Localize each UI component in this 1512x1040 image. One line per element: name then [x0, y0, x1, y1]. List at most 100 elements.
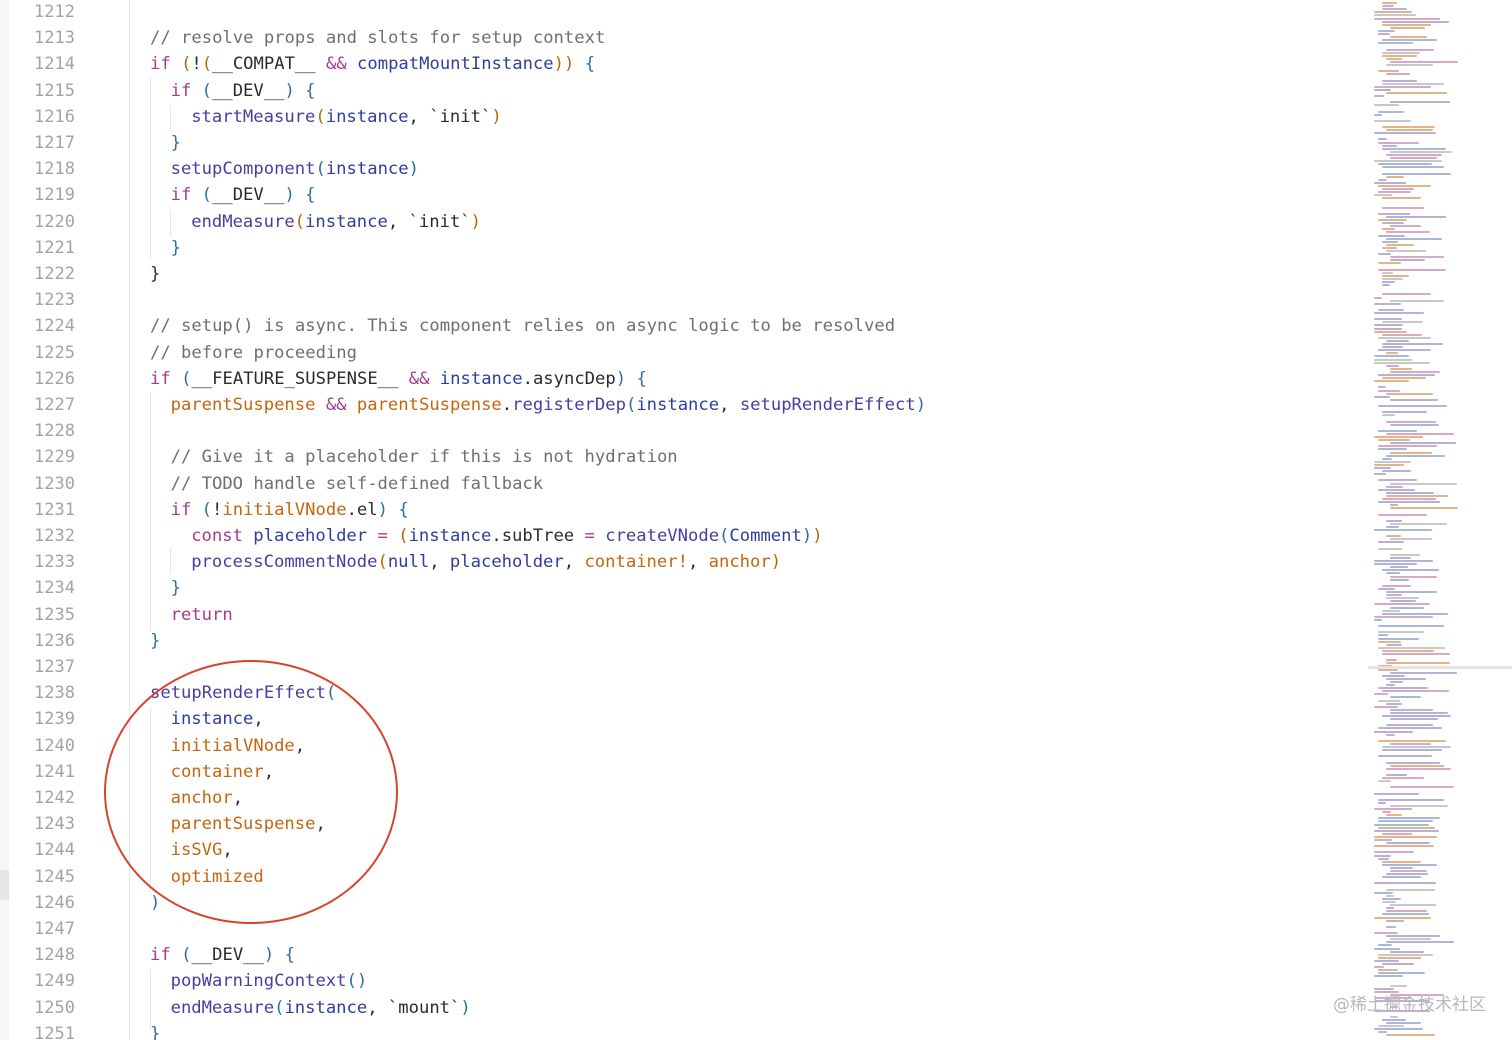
code-token: )	[377, 499, 388, 520]
minimap-line	[1378, 513, 1427, 516]
code-token: .asyncDep	[522, 368, 616, 389]
code-line[interactable]: anchor,	[171, 785, 243, 811]
code-line[interactable]: parentSuspense && parentSuspense.registe…	[171, 392, 927, 418]
minimap-line	[1374, 467, 1391, 469]
code-line[interactable]: }	[171, 130, 181, 156]
code-line[interactable]: const placeholder = (instance.subTree = …	[191, 523, 822, 549]
minimap-line	[1382, 876, 1421, 879]
code-line[interactable]: return	[171, 602, 233, 628]
code-token: (	[201, 80, 213, 101]
code-line[interactable]: // TODO handle self-defined fallback	[171, 471, 544, 497]
minimap-line	[1378, 349, 1431, 352]
code-line[interactable]: if (__DEV__) {	[171, 182, 316, 208]
line-number: 1217	[34, 133, 75, 153]
code-line[interactable]: if (__DEV__) {	[171, 78, 316, 104]
minimap-line	[1386, 702, 1402, 705]
code-line[interactable]: }	[150, 1021, 160, 1040]
code-line[interactable]: // resolve props and slots for setup con…	[150, 25, 605, 51]
minimap-line	[1378, 541, 1404, 544]
minimap-line	[1382, 498, 1436, 500]
line-number: 1222	[34, 264, 75, 284]
code-token: , `init`	[408, 106, 492, 127]
code-line[interactable]: // before proceeding	[150, 340, 357, 366]
code-line[interactable]: if (!(__COMPAT__ && compatMountInstance)…	[150, 51, 595, 77]
minimap-line	[1382, 147, 1446, 150]
code-line[interactable]: popWarningContext()	[171, 968, 368, 994]
code-line[interactable]: startMeasure(instance, `init`)	[191, 104, 502, 130]
code-token: if	[170, 80, 192, 101]
code-token: instance	[325, 159, 409, 180]
minimap-line	[1374, 693, 1388, 696]
code-token: (	[181, 54, 192, 75]
minimap-line	[1390, 225, 1421, 228]
code-line[interactable]: // setup() is async. This component reli…	[150, 313, 895, 339]
minimap-line	[1386, 643, 1402, 646]
minimap-line	[1378, 234, 1405, 237]
minimap-line	[1386, 494, 1448, 497]
code-line[interactable]: initialVNode,	[171, 733, 306, 759]
code-token: )	[915, 395, 927, 415]
code-line[interactable]: if (!initialVNode.el) {	[171, 497, 409, 523]
minimap-line	[1382, 913, 1429, 916]
minimap-line	[1382, 414, 1395, 417]
code-line[interactable]: )	[150, 890, 160, 916]
minimap-line	[1390, 442, 1456, 445]
code-line[interactable]: processCommentNode(null, placeholder, co…	[191, 549, 781, 575]
code-token: createVNode	[605, 526, 720, 546]
minimap-line	[1382, 79, 1417, 82]
code-line[interactable]: endMeasure(instance, `init`)	[191, 209, 481, 235]
code-line[interactable]: }	[171, 235, 181, 261]
code-line[interactable]: }	[171, 575, 181, 601]
code-token: null	[387, 552, 430, 573]
code-line[interactable]: if (__FEATURE_SUSPENSE__ && instance.asy…	[150, 366, 647, 392]
minimap-line	[1386, 925, 1396, 928]
minimap-line	[1390, 482, 1457, 485]
minimap-line	[1390, 423, 1439, 426]
minimap-line	[1386, 525, 1399, 528]
minimap-line	[1390, 101, 1450, 104]
code-line[interactable]: // Give it a placeholder if this is not …	[171, 444, 678, 470]
minimap-line	[1378, 374, 1435, 376]
code-line[interactable]: setupRenderEffect(	[150, 680, 336, 706]
minimap-line	[1374, 104, 1399, 107]
line-number: 1214	[34, 54, 75, 75]
minimap-line	[1386, 684, 1395, 686]
code-token: endMeasure	[191, 211, 295, 232]
code-line[interactable]: container,	[171, 759, 275, 785]
code-line[interactable]: }	[150, 261, 160, 287]
minimap-line	[1374, 181, 1406, 184]
minimap-line	[1390, 507, 1458, 510]
code-token: )	[284, 185, 295, 206]
minimap-line	[1390, 26, 1425, 29]
code-line[interactable]: instance,	[171, 706, 264, 732]
code-area[interactable]: // resolve props and slots for setup con…	[129, 0, 1360, 1040]
minimap-line	[1382, 584, 1411, 587]
code-editor[interactable]: 1212 1213 1214 1215 1216 1217 1218 1219 1220 1221…	[0, 0, 1512, 1040]
minimap-line	[1386, 888, 1435, 891]
code-token: ,	[253, 709, 264, 730]
code-line[interactable]: parentSuspense,	[171, 811, 326, 837]
code-line[interactable]: isSVG,	[171, 837, 233, 863]
minimap-line	[1390, 804, 1448, 807]
minimap-viewport-indicator[interactable]	[1368, 665, 1512, 669]
code-line[interactable]: if (__DEV__) {	[150, 942, 295, 968]
code-line[interactable]: optimized	[171, 864, 264, 890]
minimap-line	[1378, 857, 1389, 860]
minimap-line	[1374, 17, 1440, 20]
code-token: !	[212, 499, 223, 520]
line-number: 1230	[34, 473, 75, 494]
watermark: @稀土掘金技术社区	[1333, 995, 1486, 1015]
minimap-line	[1374, 845, 1434, 848]
minimap[interactable]	[1368, 0, 1512, 1040]
code-token: }	[150, 264, 161, 284]
minimap-line	[1374, 854, 1391, 857]
code-line[interactable]: setupComponent(instance)	[171, 156, 419, 182]
minimap-line	[1386, 392, 1433, 395]
code-line[interactable]: }	[150, 628, 160, 654]
minimap-line	[1374, 85, 1431, 88]
minimap-line	[1378, 687, 1428, 690]
code-line[interactable]: endMeasure(instance, `mount`)	[171, 995, 471, 1021]
code-token: ,	[263, 761, 275, 782]
line-number: 1235	[34, 604, 75, 625]
